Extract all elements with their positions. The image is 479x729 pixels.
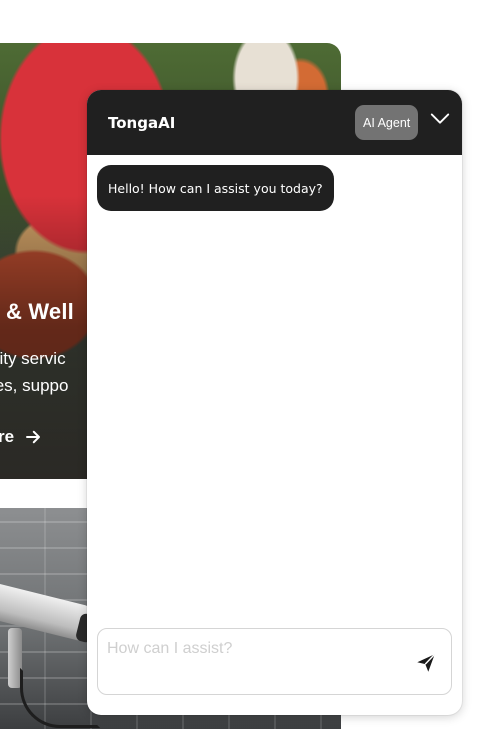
- send-button[interactable]: [414, 651, 438, 675]
- message-list: Hello! How can I assist you today?: [87, 155, 462, 625]
- agent-message-bubble: Hello! How can I assist you today?: [97, 165, 334, 211]
- ai-agent-badge: AI Agent: [355, 105, 419, 140]
- page: n & Well nity servic tes, suppo re Tonga…: [0, 0, 479, 729]
- read-more-link[interactable]: re: [0, 427, 42, 447]
- hero-card-title: n & Well: [0, 299, 74, 324]
- send-icon: [417, 653, 436, 672]
- chevron-down-icon: [430, 113, 450, 124]
- chat-input-box[interactable]: [97, 628, 452, 695]
- hero-description-line: nity servic: [0, 349, 66, 368]
- chat-input[interactable]: [107, 640, 397, 684]
- read-more-label: re: [0, 427, 15, 446]
- chat-title: TongaAI: [108, 114, 176, 132]
- collapse-chat-button[interactable]: [429, 108, 451, 130]
- arrow-right-icon: [26, 430, 41, 444]
- chat-header: TongaAI AI Agent: [87, 90, 462, 155]
- hero-description-line: tes, suppo: [0, 376, 69, 395]
- chat-widget: TongaAI AI Agent Hello! How can I assist…: [87, 90, 462, 715]
- hero-card-description: nity servic tes, suppo: [0, 345, 78, 399]
